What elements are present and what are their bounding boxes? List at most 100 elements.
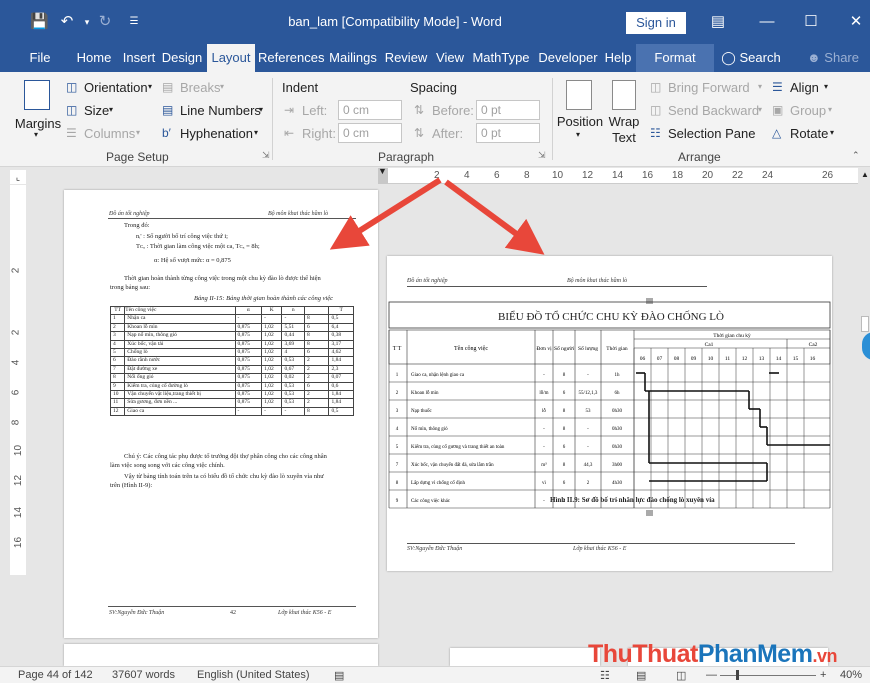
tab-home[interactable]: Home <box>72 44 116 72</box>
ruler-tick-label: 12 <box>13 474 25 487</box>
size-button[interactable]: Size <box>84 103 109 118</box>
rotate-button[interactable]: Rotate <box>790 126 828 141</box>
minimize-icon[interactable]: — <box>755 11 779 33</box>
position-icon[interactable] <box>566 80 592 110</box>
collapse-ribbon-icon[interactable]: ⌃ <box>852 150 860 161</box>
hour-label: 08 <box>674 356 680 362</box>
send-backward-button[interactable]: Send Backward <box>668 103 759 118</box>
spacing-before-input[interactable]: 0 pt <box>476 100 540 120</box>
vertical-scrollbar[interactable]: ▲ <box>860 170 870 666</box>
table-cell: 1,84 <box>328 356 354 366</box>
vertical-ruler[interactable]: 2 2 4 6 8 10 12 14 16 <box>10 185 26 575</box>
tab-mailings[interactable]: Mailings <box>327 44 379 72</box>
focus-mode-icon[interactable]: ☷ <box>600 669 610 682</box>
dropdown-icon[interactable]: ▾ <box>78 13 96 31</box>
wrap-text-button-line2[interactable]: Text <box>606 130 642 145</box>
table-cell: 6 <box>563 391 566 396</box>
next-page-fragment <box>64 644 378 666</box>
table-cell: 9 <box>396 499 399 504</box>
selection-pane-button[interactable]: Selection Pane <box>668 126 755 141</box>
save-icon[interactable]: 💾 <box>30 13 49 31</box>
web-layout-icon[interactable]: ◫ <box>676 669 686 682</box>
zoom-out-icon[interactable]: — <box>706 669 717 681</box>
margins-dropdown-icon: ▾ <box>34 130 39 139</box>
col-header-time: Thời gian <box>606 346 628 352</box>
table-cell: 0,875 <box>234 381 263 392</box>
tab-help[interactable]: Help <box>603 44 633 72</box>
columns-button[interactable]: Columns <box>84 126 135 141</box>
line-numbers-button[interactable]: Line Numbers <box>180 103 261 118</box>
bring-forward-button[interactable]: Bring Forward <box>668 80 750 95</box>
wrap-text-icon[interactable] <box>612 80 636 110</box>
table-cell: - <box>543 499 545 504</box>
table-cell: 4,62 <box>328 348 354 358</box>
tab-design[interactable]: Design <box>160 44 204 72</box>
header-rule <box>407 286 707 287</box>
search-box[interactable]: ◯ Search <box>720 44 782 72</box>
tab-selector-icon[interactable]: ⌞ <box>10 170 26 184</box>
table-cell: 3,17 <box>328 339 354 350</box>
horizontal-ruler[interactable]: ▼ 2 4 6 8 10 12 14 16 18 20 22 24 26 <box>378 166 858 184</box>
close-icon[interactable]: ✕ <box>844 11 868 33</box>
tab-mathtype[interactable]: MathType <box>470 44 532 72</box>
table-cell: Sửa gương, đơn nền ... <box>124 398 236 408</box>
indent-left-input[interactable]: 0 cm <box>338 100 402 120</box>
group-button[interactable]: Group <box>790 103 826 118</box>
hyphenation-button[interactable]: Hyphenation <box>180 126 253 141</box>
redo-icon[interactable]: ↻ <box>96 13 114 31</box>
share-button[interactable]: ☻ Share <box>805 44 861 72</box>
scroll-up-icon[interactable]: ▲ <box>861 170 869 179</box>
word-count[interactable]: 37607 words <box>112 669 175 681</box>
cycle-chart[interactable]: BIỂU ĐỒ TỔ CHỨC CHU KỲ ĐÀO CHỐNG LÒ T T Tê… <box>387 300 832 540</box>
table-cell: Kiểm tra, củng cố gương và trang thiết a… <box>411 444 505 450</box>
tab-references[interactable]: References <box>258 44 324 72</box>
table-cell: 1,84 <box>328 398 354 408</box>
orientation-button[interactable]: Orientation <box>84 80 148 95</box>
paragraph-launcher-icon[interactable]: ⇲ <box>538 150 546 161</box>
table-cell: 8 <box>563 463 566 468</box>
page-count[interactable]: Page 44 of 142 <box>18 669 93 681</box>
page-setup-launcher-icon[interactable]: ⇲ <box>262 150 270 161</box>
hyphenation-icon: b′ <box>162 126 171 140</box>
table-cell: - <box>281 314 305 324</box>
position-button[interactable]: Position <box>554 114 606 129</box>
zoom-level[interactable]: 40% <box>840 669 862 681</box>
indent-right-input[interactable]: 0 cm <box>338 123 402 143</box>
help-bubble-icon[interactable] <box>862 332 870 360</box>
tab-developer[interactable]: Developer <box>536 44 600 72</box>
zoom-slider-thumb[interactable] <box>736 670 739 680</box>
tab-format[interactable]: Format <box>636 44 714 72</box>
document-page-left[interactable]: Đồ án tốt nghiệp Bộ môn khai thác hầm lò… <box>64 190 378 638</box>
note-line: làm việc song song với các công việc chí… <box>110 462 225 469</box>
customize-qat-icon[interactable]: ☰ <box>125 13 143 31</box>
tab-file[interactable]: File <box>18 44 62 72</box>
next-page-fragment <box>450 648 600 666</box>
scroll-thumb[interactable] <box>861 316 869 332</box>
tab-review[interactable]: Review <box>383 44 429 72</box>
maximize-icon[interactable]: ☐ <box>799 11 823 33</box>
indent-marker-icon[interactable]: ▼ <box>378 166 387 176</box>
tab-view[interactable]: View <box>433 44 467 72</box>
zoom-in-icon[interactable]: + <box>820 669 826 681</box>
ribbon-display-options-icon[interactable]: ▤ <box>706 11 730 33</box>
wrap-text-button[interactable]: Wrap <box>606 114 642 129</box>
zoom-slider[interactable] <box>720 670 816 680</box>
breaks-button[interactable]: Breaks <box>180 80 220 95</box>
undo-icon[interactable]: ↶ <box>58 13 76 31</box>
margins-icon[interactable] <box>24 80 50 110</box>
document-page-right[interactable]: Đồ án tốt nghiệp Bộ môn khai thác hầm lò… <box>387 256 832 571</box>
breaks-icon: ▤ <box>162 80 174 94</box>
sign-in-button[interactable]: Sign in <box>626 12 686 34</box>
align-button[interactable]: Align <box>790 80 819 95</box>
indent-left-icon: ⇥ <box>284 103 295 117</box>
spacing-after-input[interactable]: 0 pt <box>476 123 540 143</box>
language[interactable]: English (United States) <box>197 669 310 681</box>
print-layout-icon[interactable]: ▤ <box>636 669 646 682</box>
table-cell: 0,5 <box>328 314 354 324</box>
margins-button[interactable]: Margins <box>14 116 62 131</box>
tab-layout[interactable]: Layout <box>207 44 255 72</box>
macro-recording-icon[interactable]: ▤ <box>334 669 344 682</box>
tab-insert[interactable]: Insert <box>120 44 158 72</box>
chevron-down-icon: ▾ <box>148 82 153 91</box>
table-cell: Đào rãnh nước <box>124 356 236 366</box>
